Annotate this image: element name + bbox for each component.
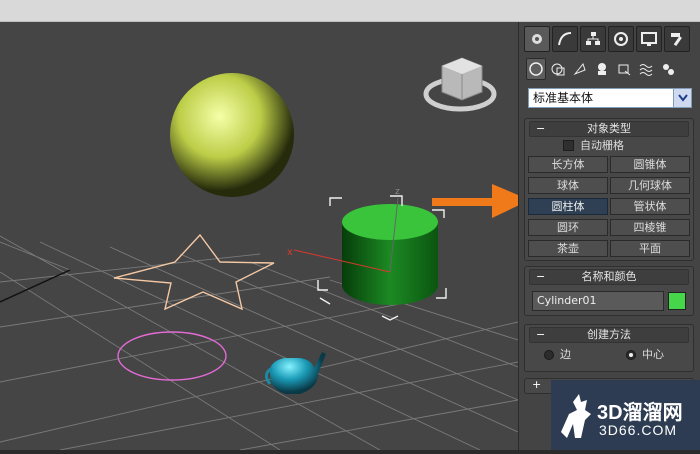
box-button[interactable]: 长方体 (528, 156, 608, 173)
tab-create[interactable] (524, 26, 550, 52)
object-color-swatch[interactable] (668, 292, 686, 310)
tab-hierarchy[interactable] (580, 26, 606, 52)
name-color-title: 名称和颜色 (581, 270, 637, 283)
autogrid-label: 自动栅格 (580, 139, 624, 152)
object-type-title: 对象类型 (587, 122, 631, 135)
shapes-icon (551, 63, 565, 76)
tab-display[interactable] (636, 26, 662, 52)
watermark-domain: 3D66.COM (599, 422, 678, 438)
title-bar (0, 0, 700, 22)
center-radio[interactable] (626, 350, 636, 360)
sphere-button[interactable]: 球体 (528, 177, 608, 194)
hammer-icon (671, 33, 682, 47)
creation-method-header[interactable]: − 创建方法 (529, 327, 689, 343)
command-panel-tabs (520, 24, 696, 52)
perspective-viewport[interactable]: z x (0, 22, 518, 450)
name-color-header[interactable]: − 名称和颜色 (529, 269, 689, 285)
watermark-logo: 3D溜溜网 3D66.COM (551, 380, 700, 450)
light-icon (573, 62, 586, 76)
torus-button[interactable]: 圆环 (528, 219, 608, 236)
wave-icon (639, 64, 653, 76)
create-category-tabs (526, 58, 694, 84)
teapot-object (265, 352, 326, 394)
helpers-tab[interactable] (614, 58, 634, 80)
axis-z-label: z (395, 187, 400, 197)
camera-icon (598, 63, 606, 75)
autogrid-checkbox[interactable] (563, 140, 574, 151)
sphere-icon (529, 62, 543, 76)
watermark-brand: 3D溜溜网 (597, 402, 683, 424)
edge-radio[interactable] (544, 350, 554, 360)
orange-arrow (432, 184, 518, 218)
tab-utilities[interactable] (664, 26, 690, 52)
expand-plus-icon[interactable]: + (532, 379, 541, 391)
ground-grid (0, 235, 518, 450)
center-label: 中心 (642, 348, 664, 361)
shapes-tab[interactable] (548, 58, 568, 80)
grid-axis-line (0, 269, 71, 303)
create-gear-icon (532, 34, 542, 44)
collapse-minus-icon: − (536, 122, 546, 135)
creation-method-rollout: − 创建方法 (524, 324, 694, 372)
display-monitor-icon (641, 32, 657, 46)
cylinder-button[interactable]: 圆柱体 (528, 198, 608, 215)
cylinder-object (342, 204, 438, 305)
systems-tab[interactable] (658, 58, 678, 80)
tab-motion[interactable] (608, 26, 634, 52)
hierarchy-icon (586, 32, 600, 45)
primitive-type-select[interactable]: 标准基本体 (528, 88, 692, 108)
axis-x-label: x (287, 247, 293, 258)
collapse-minus-icon: − (536, 328, 546, 341)
cameras-tab[interactable] (592, 58, 612, 80)
helper-icon (618, 64, 631, 76)
object-name-field[interactable]: Cylinder01 (532, 291, 664, 311)
tab-modify[interactable] (552, 26, 578, 52)
motion-icon (614, 32, 628, 46)
plane-button[interactable]: 平面 (610, 240, 690, 257)
spacewarps-tab[interactable] (636, 58, 656, 80)
pyramid-button[interactable]: 四棱锥 (610, 219, 690, 236)
viewcube-icon (423, 57, 497, 112)
chevron-down-icon[interactable] (673, 89, 691, 107)
geosphere-button[interactable]: 几何球体 (610, 177, 690, 194)
object-type-header[interactable]: − 对象类型 (529, 121, 689, 137)
cone-button[interactable]: 圆锥体 (610, 156, 690, 173)
gears-icon (663, 64, 674, 75)
lights-tab[interactable] (570, 58, 590, 80)
edge-label: 边 (560, 348, 571, 361)
creation-method-title: 创建方法 (587, 328, 631, 341)
dropdown-value: 标准基本体 (533, 91, 594, 105)
teapot-button[interactable]: 茶壶 (528, 240, 608, 257)
sphere-object (170, 73, 294, 197)
collapse-minus-icon: − (536, 270, 546, 283)
tube-button[interactable]: 管状体 (610, 198, 690, 215)
viewport-canvas: z x (0, 57, 518, 450)
modify-curve-icon (558, 32, 572, 46)
geometry-tab[interactable] (526, 58, 546, 80)
